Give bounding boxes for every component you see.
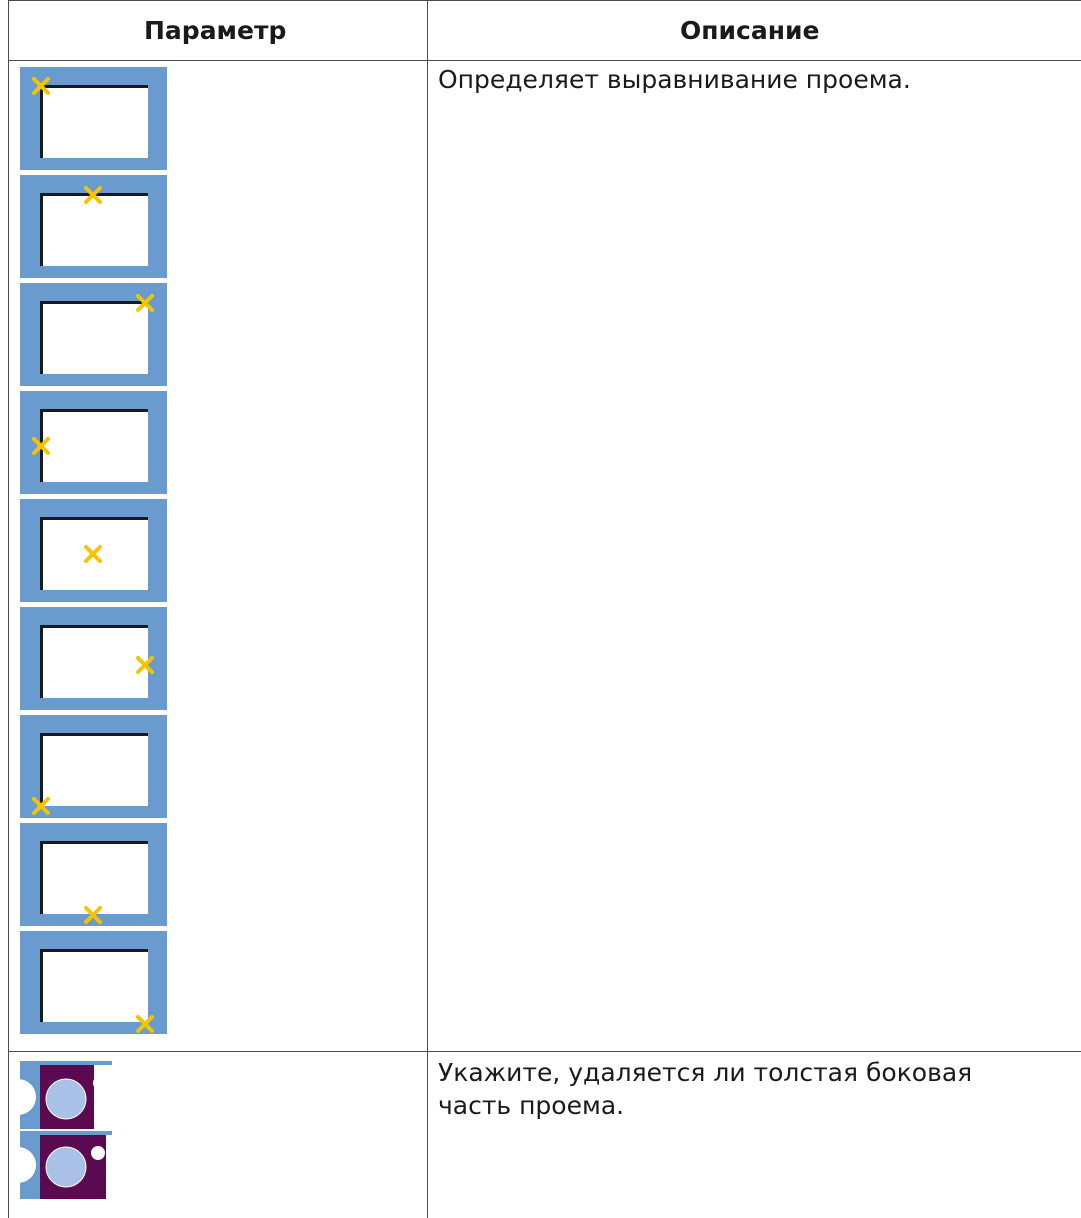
align-top-center-icon [20, 175, 167, 278]
align-middle-right-icon [20, 607, 167, 710]
row1-description: Определяет выравнивание проема. [438, 65, 911, 94]
header-parameter: Параметр [144, 16, 287, 45]
align-top-right-icon [20, 283, 167, 386]
header-bottom-border [8, 60, 1081, 61]
row2-description-line2: часть проема. [438, 1091, 625, 1120]
thick-side-kept-icon [0, 1131, 112, 1199]
align-center-icon [20, 499, 167, 602]
thick-side-removed-icon [0, 1061, 112, 1129]
align-middle-left-icon [20, 391, 167, 494]
row2-description-line1: Укажите, удаляется ли толстая боковая [438, 1058, 973, 1087]
align-bottom-right-icon [20, 931, 167, 1034]
row2-description: Укажите, удаляется ли толстая боковая ча… [438, 1056, 1058, 1122]
align-bottom-center-icon [20, 823, 167, 926]
table-left-border [8, 0, 9, 1218]
column-divider [427, 0, 428, 1218]
align-top-left-icon [20, 67, 167, 170]
header-description: Описание [680, 16, 820, 45]
table-top-border [8, 0, 1081, 1]
align-bottom-left-icon [20, 715, 167, 818]
row-divider [8, 1051, 1081, 1052]
